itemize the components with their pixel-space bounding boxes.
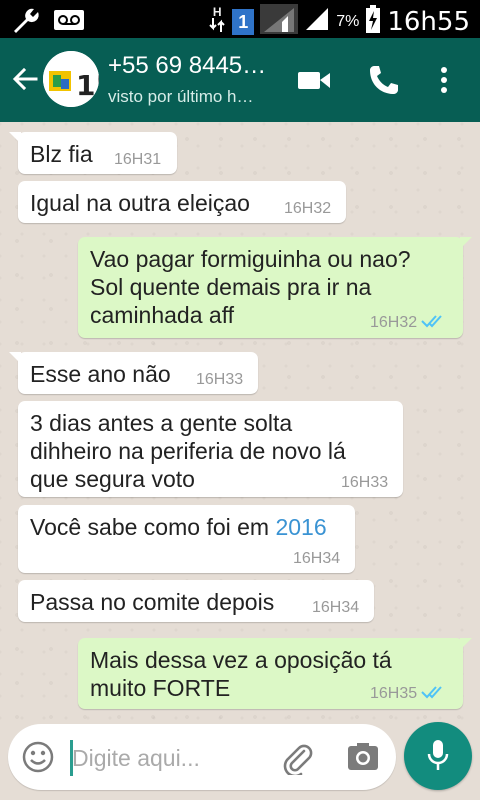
composer-bar: Digite aqui... xyxy=(0,722,480,800)
message-time: 16H33 xyxy=(341,474,389,491)
message-bubble[interactable]: Mais dessa vez a oposição tá muito FORTE… xyxy=(78,638,472,709)
status-time: 16h55 xyxy=(387,6,470,37)
message-time: 16H31 xyxy=(114,151,162,168)
avatar-label: 15 xyxy=(76,69,99,102)
message-time: 16H32 xyxy=(370,313,447,333)
message-time: 16H32 xyxy=(284,200,332,217)
message-bubble[interactable]: Blz fia 16H31 xyxy=(9,132,177,174)
message-time: 16H34 xyxy=(312,599,360,616)
data-transfer-icon: H xyxy=(208,6,226,37)
read-ticks-icon xyxy=(421,315,442,328)
emoji-icon[interactable] xyxy=(22,741,54,778)
video-call-icon[interactable] xyxy=(296,62,332,98)
back-arrow-icon[interactable] xyxy=(10,64,40,94)
voicemail-icon xyxy=(54,8,84,37)
phone-icon[interactable] xyxy=(366,62,402,98)
battery-percent: 7% xyxy=(336,12,360,30)
message-text: Blz fia xyxy=(30,141,93,167)
date-link[interactable]: 2016 xyxy=(275,514,326,540)
avatar[interactable]: 15 xyxy=(43,51,99,107)
message-text: Passa no comite depois xyxy=(30,589,275,615)
message-input-container[interactable]: Digite aqui... xyxy=(8,724,396,790)
chat-header: 15 +55 69 8445… visto por último h… xyxy=(0,38,480,122)
message-text: Igual na outra eleiçao xyxy=(30,190,250,216)
message-time: 16H35 xyxy=(370,684,447,704)
message-bubble[interactable]: Vao pagar formiguinha ou nao? Sol quente… xyxy=(78,237,472,338)
signal-strength-icon xyxy=(304,6,330,37)
mic-button[interactable] xyxy=(404,722,472,790)
read-ticks-icon xyxy=(421,686,442,699)
message-bubble[interactable]: 3 dias antes a gente solta dihheiro na p… xyxy=(18,401,403,497)
message-bubble[interactable]: Passa no comite depois 16H34 xyxy=(18,580,374,622)
battery-charging-icon xyxy=(365,5,381,38)
message-bubble[interactable]: Igual na outra eleiçao 16H32 xyxy=(18,181,346,223)
status-bar: H 1 7% 16h55 xyxy=(0,0,480,38)
message-text: Esse ano não xyxy=(30,361,171,387)
message-text: Vao pagar formiguinha ou nao? Sol quente… xyxy=(90,246,411,328)
signal-icon xyxy=(260,4,299,39)
contact-name[interactable]: +55 69 8445… xyxy=(108,52,283,80)
message-text: Você sabe como foi em 2016 xyxy=(30,514,327,540)
camera-icon[interactable] xyxy=(346,740,380,779)
message-input[interactable]: Digite aqui... xyxy=(72,744,200,772)
more-vert-icon[interactable] xyxy=(432,62,456,98)
sim-icon: 1 xyxy=(232,8,255,35)
message-bubble[interactable]: Esse ano não 16H33 xyxy=(9,352,258,394)
message-time: 16H34 xyxy=(293,550,341,567)
message-list[interactable]: Blz fia 16H31 Igual na outra eleiçao 16H… xyxy=(0,122,480,722)
message-text: 3 dias antes a gente solta dihheiro na p… xyxy=(30,410,346,492)
attach-icon[interactable] xyxy=(280,741,314,780)
message-text: Mais dessa vez a oposição tá muito FORTE xyxy=(90,647,392,701)
mic-icon xyxy=(426,738,450,779)
last-seen: visto por último h… xyxy=(108,87,254,106)
message-bubble[interactable]: Você sabe como foi em 2016 16H34 xyxy=(18,505,355,573)
message-time: 16H33 xyxy=(196,371,244,388)
wrench-icon xyxy=(10,5,42,40)
